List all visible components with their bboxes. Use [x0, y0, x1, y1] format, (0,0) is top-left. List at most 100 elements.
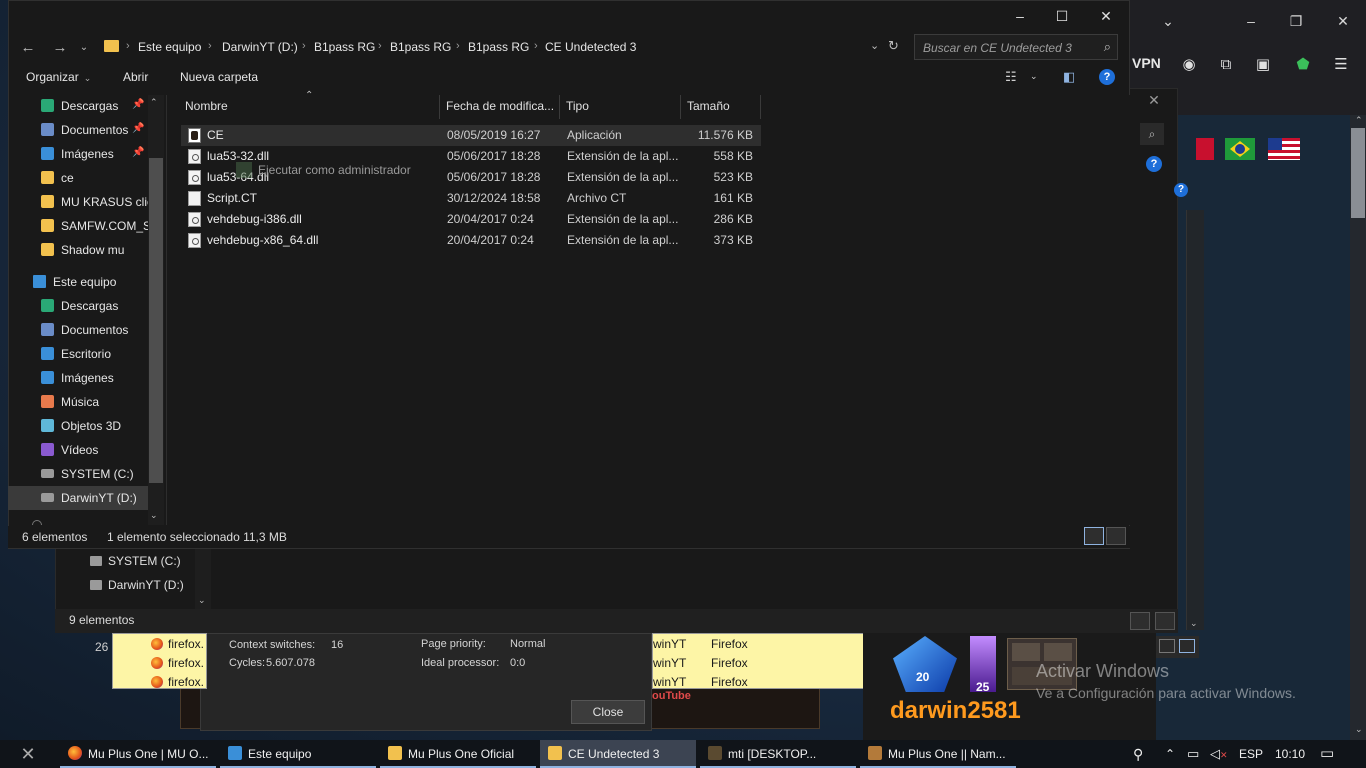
browser-scroll-down-arrow-icon[interactable]: ⌄	[1355, 724, 1363, 735]
file-row-vehdebug-i386[interactable]: vehdebug-i386.dll 20/04/2017 0:24 Extens…	[181, 209, 761, 230]
details-view-icon[interactable]	[1130, 612, 1150, 630]
list-item[interactable]: winYT	[653, 635, 686, 654]
list-item[interactable]: firefox.	[151, 635, 204, 654]
breadcrumb-current[interactable]: CE Undetected 3	[545, 40, 636, 54]
breadcrumb-item[interactable]: B1pass RG	[314, 40, 375, 54]
list-item[interactable]: winYT	[653, 654, 686, 673]
nav-item-pc-descargas[interactable]: Descargas	[8, 294, 148, 318]
breadcrumb-item[interactable]: B1pass RG	[468, 40, 529, 54]
language-indicator[interactable]: ESP	[1239, 740, 1263, 768]
preview-pane-icon[interactable]: ◧	[1063, 69, 1075, 85]
pin-icon[interactable]: 📌	[132, 123, 144, 134]
taskbar-item-mti[interactable]: mti [DESKTOP...	[700, 740, 856, 768]
taskbar-item-mu-plus-one-game[interactable]: Mu Plus One || Nam...	[860, 740, 1016, 768]
nav-item-quick-documentos[interactable]: Documentos 📌	[8, 118, 148, 142]
browser-scrollbar-thumb[interactable]	[1351, 128, 1365, 218]
list-item[interactable]: firefox.	[151, 654, 204, 673]
column-header-name[interactable]: Nombre	[185, 98, 228, 120]
search-input[interactable]	[923, 39, 1093, 57]
vpn-label[interactable]: VPN	[1132, 55, 1161, 71]
breadcrumb-item[interactable]: B1pass RG	[390, 40, 451, 54]
search-icon[interactable]: ⌕	[1104, 39, 1111, 55]
nav-item-pc-escritorio[interactable]: Escritorio	[8, 342, 148, 366]
taskbar-item-firefox[interactable]: Mu Plus One | MU O...	[60, 740, 216, 768]
browser-scroll-up-arrow-icon[interactable]: ⌃	[1355, 115, 1363, 126]
view-options-chevron-icon[interactable]: ⌄	[1030, 71, 1038, 82]
browser-close-button[interactable]: ✕	[1330, 10, 1356, 32]
bg-search-icon[interactable]: ⌕	[1140, 123, 1164, 145]
show-hidden-icons-chevron-icon[interactable]: ⌃	[1165, 740, 1175, 768]
nav-item-pc-musica[interactable]: Música	[8, 390, 148, 414]
bg-view-toggle[interactable]	[1155, 636, 1199, 658]
scroll-down-arrow-icon[interactable]: ⌄	[198, 595, 206, 606]
nav-item-quick-imagenes[interactable]: Imágenes 📌	[8, 142, 148, 166]
taskbar-item-mu-plus-one-oficial[interactable]: Mu Plus One Oficial	[380, 740, 536, 768]
bg-explorer-scrollbar[interactable]	[1186, 210, 1204, 630]
scroll-up-arrow-icon[interactable]: ⌃	[150, 97, 158, 108]
menu-icon[interactable]: ☰	[1330, 54, 1352, 76]
list-item[interactable]: winYT	[653, 673, 686, 692]
details-view-icon[interactable]	[1084, 527, 1104, 545]
nav-item-pc-darwinyt-d[interactable]: DarwinYT (D:)	[8, 486, 148, 510]
bg-nav-item-system[interactable]: SYSTEM (C:)	[108, 554, 181, 568]
column-divider[interactable]	[680, 95, 681, 119]
address-dropdown-chevron-icon[interactable]: ⌄	[870, 39, 879, 52]
network-icon[interactable]: ▭	[1187, 740, 1199, 768]
tab-list-chevron-icon[interactable]: ⌄	[1155, 10, 1181, 32]
help-icon[interactable]: ?	[1099, 69, 1115, 85]
address-bar[interactable]: › Este equipo › DarwinYT (D:) › B1pass R…	[104, 34, 908, 60]
large-icons-view-icon[interactable]	[1106, 527, 1126, 545]
column-header-size[interactable]: Tamaño	[687, 98, 730, 120]
pin-icon[interactable]: 📌	[132, 99, 144, 110]
pin-icon[interactable]: 📌	[132, 147, 144, 158]
browser-restore-button[interactable]: ❐	[1283, 10, 1309, 32]
people-icon[interactable]: ⚲	[1133, 740, 1143, 768]
column-divider[interactable]	[760, 95, 761, 119]
browser-minimize-button[interactable]: –	[1238, 10, 1264, 32]
column-header-date[interactable]: Fecha de modifica...	[446, 98, 554, 120]
spain-flag-icon[interactable]	[1196, 138, 1214, 160]
column-divider[interactable]	[439, 95, 440, 119]
bg-dialog-close-icon[interactable]: ✕	[1143, 88, 1165, 112]
extensions-icon[interactable]: ⧉	[1215, 54, 1237, 76]
minimize-button[interactable]: –	[1002, 4, 1038, 28]
column-header-type[interactable]: Tipo	[566, 98, 589, 120]
recent-chevron-icon[interactable]: ⌄	[72, 36, 96, 60]
reader-icon[interactable]: ▣	[1252, 54, 1274, 76]
volume-muted-icon[interactable]: ◁✕	[1210, 740, 1228, 768]
new-folder-button[interactable]: Nueva carpeta	[180, 70, 258, 84]
column-divider[interactable]	[559, 95, 560, 119]
bg-help-icon[interactable]: ?	[1146, 156, 1162, 172]
notifications-icon[interactable]: ▭	[1320, 740, 1334, 768]
bg-nav-item-darwin[interactable]: DarwinYT (D:)	[108, 578, 184, 592]
open-button[interactable]: Abrir	[123, 70, 148, 84]
file-row-ce[interactable]: CE 08/05/2019 16:27 Aplicación 11.576 KB	[181, 125, 761, 146]
change-view-icon[interactable]: ☷	[1005, 69, 1017, 85]
list-item-app[interactable]: Firefox	[711, 654, 748, 673]
taskbar-item-ce-undetected[interactable]: CE Undetected 3	[540, 740, 696, 768]
file-row-script-ct[interactable]: Script.CT 30/12/2024 18:58 Archivo CT 16…	[181, 188, 761, 209]
bg-scroll-down-arrow-icon[interactable]: ⌄	[1190, 618, 1198, 629]
nav-item-pc-documentos[interactable]: Documentos	[8, 318, 148, 342]
back-arrow-icon[interactable]: ←	[16, 36, 40, 60]
close-button[interactable]: Close	[571, 700, 645, 724]
list-item[interactable]: firefox.	[151, 673, 204, 692]
clock[interactable]: 10:10	[1275, 740, 1305, 768]
taskbar-item-este-equipo[interactable]: Este equipo	[220, 740, 376, 768]
forward-arrow-icon[interactable]: →	[48, 36, 72, 60]
large-icons-view-icon[interactable]	[1155, 612, 1175, 630]
organize-button[interactable]: Organizar ⌄	[26, 70, 91, 84]
breadcrumb-item[interactable]: DarwinYT (D:)	[222, 40, 298, 54]
start-icon[interactable]: ✕	[10, 740, 46, 768]
search-box[interactable]: ⌕	[914, 34, 1118, 60]
close-button[interactable]: ✕	[1088, 4, 1124, 28]
nav-item-quick-mu-krasus[interactable]: MU KRASUS clie	[8, 190, 148, 214]
file-row-vehdebug-x86-64[interactable]: vehdebug-x86_64.dll 20/04/2017 0:24 Exte…	[181, 230, 761, 251]
account-icon[interactable]: ◉	[1178, 54, 1200, 76]
breadcrumb-item[interactable]: Este equipo	[138, 40, 201, 54]
nav-item-quick-shadow-mu[interactable]: Shadow mu	[8, 238, 148, 262]
nav-item-pc-imagenes[interactable]: Imágenes	[8, 366, 148, 390]
nav-item-quick-samfw[interactable]: SAMFW.COM_SI	[8, 214, 148, 238]
nav-item-this-pc[interactable]: Este equipo	[8, 270, 148, 294]
nav-item-pc-objetos3d[interactable]: Objetos 3D	[8, 414, 148, 438]
